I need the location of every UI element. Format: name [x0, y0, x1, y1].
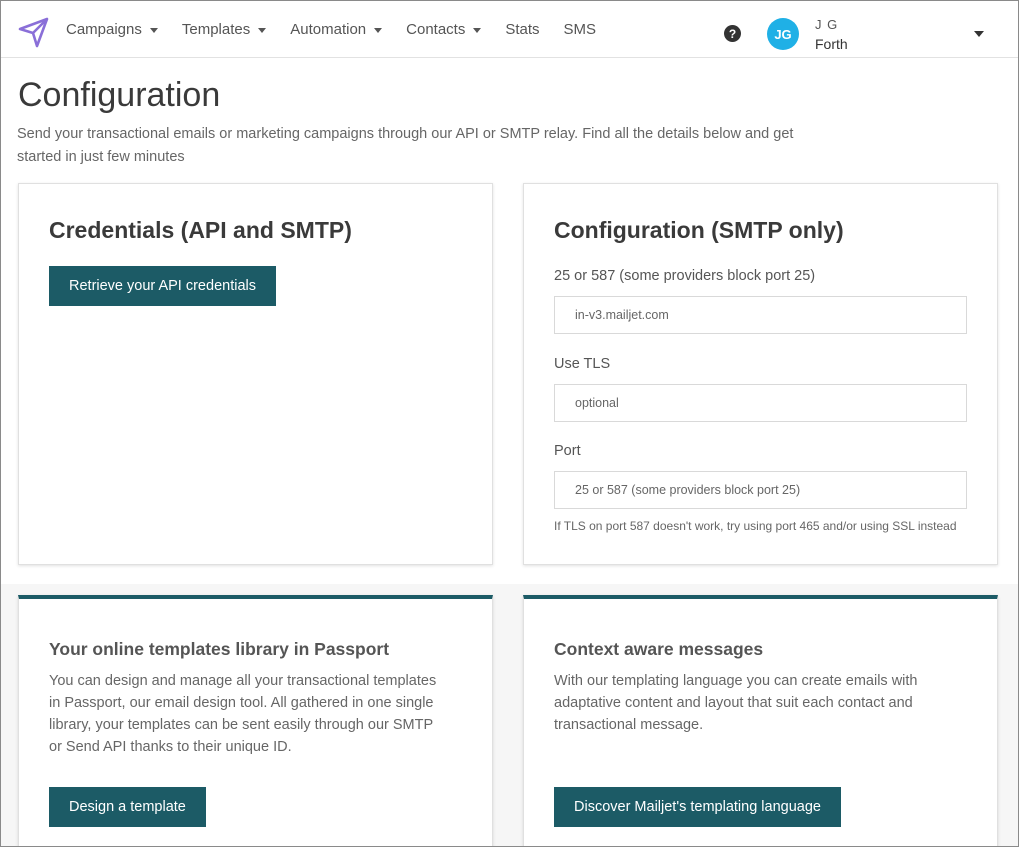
chevron-down-icon — [473, 28, 482, 33]
nav-contacts-label: Contacts — [406, 21, 466, 38]
templates-library-card: Your online templates library in Passpor… — [18, 595, 493, 847]
discover-templating-language-button[interactable]: Discover Mailjet's templating language — [554, 787, 841, 827]
smtp-configuration-card: Configuration (SMTP only) 25 or 587 (som… — [523, 183, 998, 565]
smtp-server-label: 25 or 587 (some providers block port 25) — [554, 268, 816, 284]
nav-templates-label: Templates — [181, 21, 251, 38]
main-nav: Campaigns Templates Automation Contacts … — [66, 1, 620, 58]
chevron-down-icon — [258, 28, 267, 33]
top-navigation-bar: Campaigns Templates Automation Contacts … — [1, 1, 1018, 58]
use-tls-label: Use TLS — [554, 356, 611, 372]
context-aware-messages-title: Context aware messages — [554, 639, 764, 659]
nav-contacts[interactable]: Contacts — [406, 1, 482, 58]
port-field[interactable]: 25 or 587 (some providers block port 25) — [554, 471, 967, 509]
chevron-down-icon — [149, 28, 158, 33]
chevron-down-icon — [374, 28, 383, 33]
nav-automation-label: Automation — [290, 21, 367, 38]
design-template-button[interactable]: Design a template — [49, 787, 206, 827]
context-aware-messages-card: Context aware messages With our templati… — [523, 595, 998, 847]
smtp-configuration-title: Configuration (SMTP only) — [554, 217, 844, 243]
avatar[interactable]: JG — [767, 18, 799, 50]
smtp-server-field[interactable]: in-v3.mailjet.com — [554, 296, 967, 334]
page-description: Send your transactional emails or market… — [17, 126, 794, 165]
nav-campaigns-label: Campaigns — [66, 21, 142, 38]
user-company[interactable]: Forth — [815, 36, 848, 52]
account-menu-chevron-icon[interactable] — [974, 31, 984, 37]
nav-stats[interactable]: Stats — [505, 1, 539, 58]
retrieve-api-credentials-button[interactable]: Retrieve your API credentials — [49, 266, 276, 306]
nav-sms-label: SMS — [563, 21, 597, 38]
nav-campaigns[interactable]: Campaigns — [66, 1, 158, 58]
use-tls-field[interactable]: optional — [554, 384, 967, 422]
credentials-card: Credentials (API and SMTP) Retrieve your… — [18, 183, 493, 565]
credentials-title: Credentials (API and SMTP) — [49, 217, 352, 243]
nav-sms[interactable]: SMS — [564, 1, 597, 58]
mailjet-logo-icon[interactable] — [18, 16, 50, 48]
templates-library-description: You can design and manage all your trans… — [49, 673, 437, 755]
tls-hint: If TLS on port 587 doesn't work, try usi… — [554, 519, 957, 533]
templates-library-title: Your online templates library in Passpor… — [49, 639, 390, 659]
page-title: Configuration — [18, 76, 221, 114]
user-name[interactable]: J G — [815, 17, 838, 32]
context-aware-messages-description: With our templating language you can cre… — [554, 673, 918, 733]
nav-templates[interactable]: Templates — [181, 1, 267, 58]
help-icon[interactable]: ? — [724, 25, 741, 42]
port-label: Port — [554, 443, 581, 459]
nav-stats-label: Stats — [505, 21, 540, 38]
nav-automation[interactable]: Automation — [290, 1, 383, 58]
